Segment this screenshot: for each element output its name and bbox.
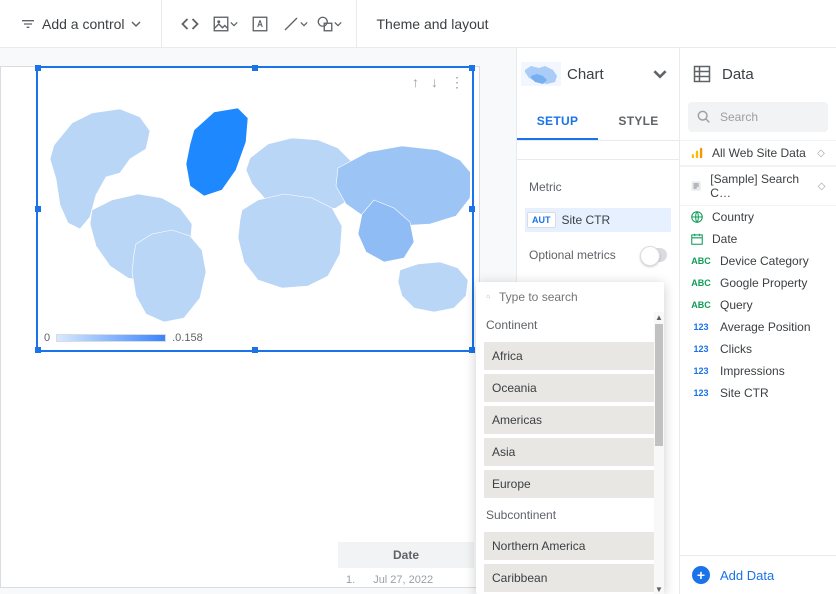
line-button[interactable] [280, 15, 310, 33]
datasource-sc[interactable]: [Sample] Search C… ◇ [680, 166, 836, 206]
config-tabs: SETUP STYLE [517, 104, 679, 141]
map-chart[interactable]: ↑ ↓ ⋮ 0 .0.158 [36, 66, 474, 352]
tab-setup[interactable]: SETUP [517, 104, 598, 140]
data-panel-title: Data [722, 66, 754, 83]
field-query[interactable]: ABCQuery [680, 294, 836, 316]
legend-max: .0.158 [172, 332, 203, 344]
calendar-icon [690, 232, 704, 246]
field-property[interactable]: ABCGoogle Property [680, 272, 836, 294]
optional-metrics-label: Optional metrics [529, 248, 616, 262]
sort-desc-icon[interactable]: ↓ [431, 74, 438, 91]
field-oceania[interactable]: Oceania [484, 374, 656, 402]
embed-button[interactable] [174, 8, 206, 40]
field-americas[interactable]: Americas [484, 406, 656, 434]
chevron-down-icon [230, 20, 238, 28]
date-table: Date 1.Jul 27, 2022 [336, 540, 476, 592]
field-list: Country Date ABCDevice Category ABCGoogl… [680, 206, 836, 404]
line-icon [282, 15, 300, 33]
sc-icon [690, 179, 702, 193]
map-thumb-icon [521, 62, 561, 86]
data-icon [692, 64, 712, 84]
field-search-input[interactable] [499, 290, 654, 304]
canvas-area: ↑ ↓ ⋮ 0 .0.158 [0, 48, 516, 594]
group-continent: Continent [476, 312, 664, 338]
data-search-input[interactable]: Search [688, 102, 828, 132]
add-control-button[interactable]: Add a control [12, 10, 149, 38]
expand-icon[interactable]: ◇ [817, 183, 826, 190]
image-button[interactable] [210, 15, 240, 33]
field-impr[interactable]: 123Impressions [680, 360, 836, 382]
metric-value: Site CTR [562, 213, 611, 227]
ga-icon [690, 146, 704, 160]
metric-badge: AUT [527, 212, 556, 228]
add-control-label: Add a control [42, 16, 125, 32]
toolbar: Add a control Theme and layout [0, 0, 836, 48]
row-num: 1. [338, 570, 363, 590]
legend-min: 0 [44, 332, 50, 344]
shape-icon [316, 15, 334, 33]
field-date[interactable]: Date [680, 228, 836, 250]
field-caribbean[interactable]: Caribbean [484, 564, 656, 592]
map-legend: 0 .0.158 [44, 332, 203, 344]
text-button[interactable] [244, 8, 276, 40]
chevron-down-icon [131, 19, 141, 29]
field-europe[interactable]: Europe [484, 470, 656, 498]
image-icon [212, 15, 230, 33]
search-icon [486, 288, 491, 306]
add-data-button[interactable]: + Add Data [680, 555, 836, 594]
chart-panel-title: Chart [561, 66, 653, 83]
tab-style[interactable]: STYLE [598, 104, 679, 140]
popup-scrollbar[interactable]: ▲ ▼ [654, 312, 664, 594]
field-ctr[interactable]: 123Site CTR [680, 382, 836, 404]
theme-layout-label: Theme and layout [377, 16, 489, 32]
row-date: Jul 27, 2022 [365, 570, 474, 590]
field-country[interactable]: Country [680, 206, 836, 228]
metric-chip[interactable]: AUT Site CTR [525, 208, 671, 232]
data-panel: Data Search All Web Site Data ◇ [Sample]… [680, 48, 836, 594]
more-icon[interactable]: ⋮ [450, 74, 464, 91]
shape-button[interactable] [314, 15, 344, 33]
datasource-ga[interactable]: All Web Site Data ◇ [680, 140, 836, 166]
data-search-placeholder: Search [720, 110, 758, 124]
chevron-down-icon[interactable] [653, 67, 667, 81]
chevron-down-icon [300, 20, 308, 28]
search-icon [696, 109, 712, 125]
world-map [44, 90, 470, 322]
field-africa[interactable]: Africa [484, 342, 656, 370]
datasource-ga-label: All Web Site Data [712, 146, 806, 160]
expand-icon[interactable]: ◇ [816, 150, 826, 157]
field-picker-popup: Continent Africa Oceania Americas Asia E… [476, 282, 664, 594]
filter-icon [20, 16, 36, 32]
globe-icon [690, 210, 704, 224]
field-avgpos[interactable]: 123Average Position [680, 316, 836, 338]
field-device[interactable]: ABCDevice Category [680, 250, 836, 272]
plus-icon: + [692, 566, 710, 584]
metric-section-label: Metric [517, 160, 679, 202]
field-clicks[interactable]: 123Clicks [680, 338, 836, 360]
field-n-america[interactable]: Northern America [484, 532, 656, 560]
chevron-down-icon [334, 20, 342, 28]
sort-asc-icon[interactable]: ↑ [412, 74, 419, 91]
optional-metrics-toggle[interactable] [641, 248, 667, 262]
datasource-sc-label: [Sample] Search C… [710, 172, 809, 200]
date-header: Date [338, 542, 474, 568]
group-subcontinent: Subcontinent [476, 502, 664, 528]
text-icon [251, 15, 269, 33]
code-icon [180, 14, 200, 34]
add-data-label: Add Data [720, 568, 774, 583]
theme-layout-button[interactable]: Theme and layout [369, 10, 497, 38]
field-asia[interactable]: Asia [484, 438, 656, 466]
